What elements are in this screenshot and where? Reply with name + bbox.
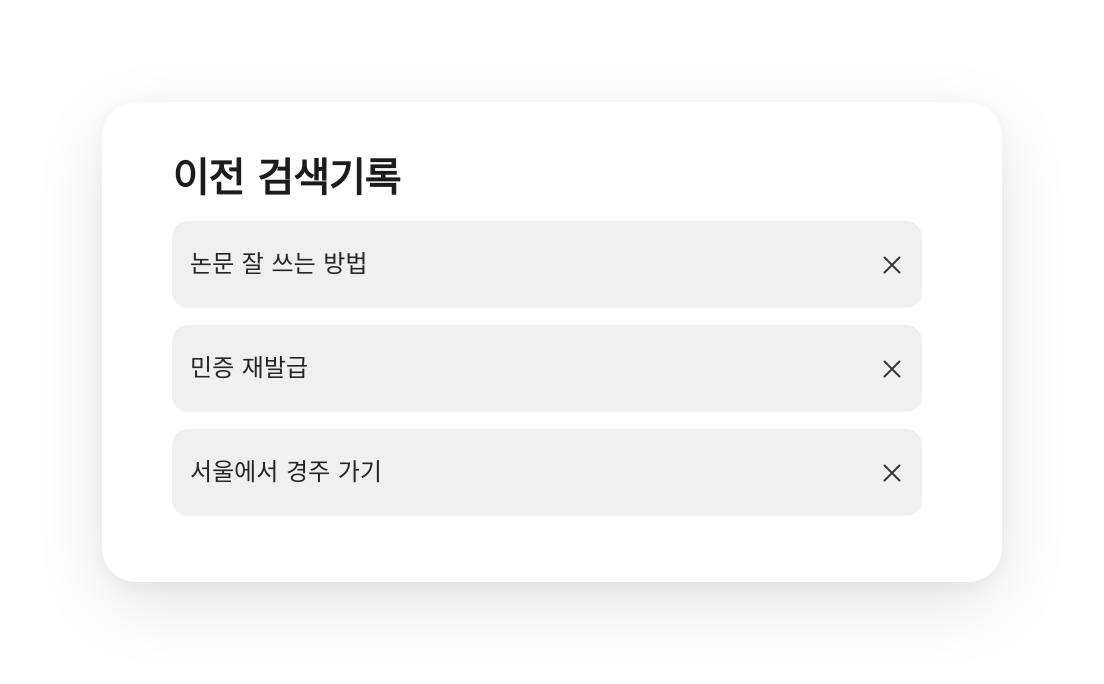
page-background: 이전 검색기록 논문 잘 쓰는 방법 민증 재발급 서울에서 경주 가기	[0, 0, 1104, 684]
search-history-item[interactable]: 서울에서 경주 가기	[172, 429, 922, 516]
remove-search-button[interactable]	[880, 461, 904, 485]
search-history-item[interactable]: 논문 잘 쓰는 방법	[172, 221, 922, 308]
panel-title: 이전 검색기록	[173, 155, 402, 201]
remove-search-button[interactable]	[880, 357, 904, 381]
close-icon	[883, 256, 901, 274]
search-history-panel: 이전 검색기록 논문 잘 쓰는 방법 민증 재발급 서울에서 경주 가기	[102, 102, 1002, 582]
remove-search-button[interactable]	[880, 253, 904, 277]
search-history-item-label: 서울에서 경주 가기	[190, 458, 382, 486]
search-history-item-label: 논문 잘 쓰는 방법	[190, 250, 368, 278]
search-history-list: 논문 잘 쓰는 방법 민증 재발급 서울에서 경주 가기	[172, 221, 922, 533]
close-icon	[883, 464, 901, 482]
search-history-item[interactable]: 민증 재발급	[172, 325, 922, 412]
close-icon	[883, 360, 901, 378]
search-history-item-label: 민증 재발급	[190, 354, 309, 382]
